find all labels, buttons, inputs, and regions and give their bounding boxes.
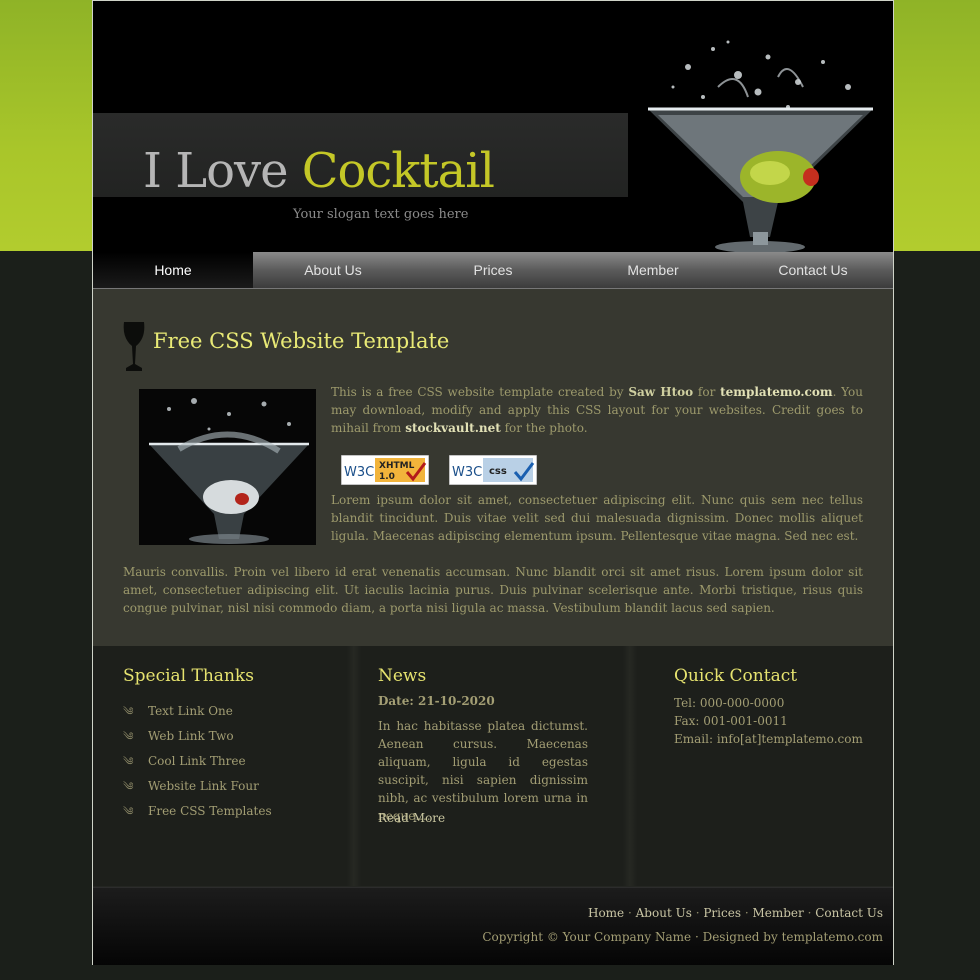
content-title: Free CSS Website Template [153, 329, 450, 353]
wine-glass-icon [123, 322, 145, 371]
menu-prices[interactable]: Prices [413, 252, 573, 288]
w3c-css-badge[interactable]: W3C css [449, 455, 537, 485]
special-thanks-links: ༄ Text Link One ༄ Web Link Two ༄ Cool Link … [123, 699, 272, 824]
contact-email: Email: info[at]templatemo.com [674, 732, 863, 746]
site-footer: Home · About Us · Prices · Member · Cont… [93, 887, 893, 965]
site-logo[interactable]: I Love Cocktail [143, 143, 495, 199]
menu-member[interactable]: Member [573, 252, 733, 288]
news-text: In hac habitasse platea dictumst. Aenean… [378, 719, 588, 823]
cocktail-thumbnail-image [139, 389, 316, 545]
swirl-bullet-icon: ༄ [123, 805, 134, 818]
footer-link-prices[interactable]: Prices [703, 906, 741, 920]
footer-separator: · [627, 906, 632, 920]
bottom-columns: Special Thanks ༄ Text Link One ༄ Web Link … [93, 646, 893, 886]
intro-credit-link[interactable]: stockvault.net [405, 421, 501, 435]
intro-text-2: for [697, 385, 716, 399]
thanks-link-1[interactable]: Text Link One [148, 704, 233, 718]
list-item: ༄ Text Link One [123, 699, 272, 724]
w3c-xhtml-badge-version: 1.0 [379, 472, 395, 482]
menu-about-us[interactable]: About Us [253, 252, 413, 288]
contact-details: Tel: 000-000-0000 Fax: 001-001-0011 Emai… [674, 694, 863, 748]
w3c-css-badge-brand: W3C [452, 465, 482, 480]
intro-author: Saw Htoo [628, 385, 694, 399]
site-wrapper: I Love Cocktail Your slogan text goes he… [92, 0, 894, 965]
intro-site-link[interactable]: templatemo.com [720, 385, 832, 399]
list-item: ༄ Cool Link Three [123, 749, 272, 774]
footer-separator: · [807, 906, 812, 920]
intro-text-4: for the photo. [504, 421, 588, 435]
footer-link-home[interactable]: Home [588, 906, 624, 920]
list-item: ༄ Website Link Four [123, 774, 272, 799]
logo-text-plain: I Love [143, 143, 289, 199]
thanks-link-4[interactable]: Website Link Four [148, 779, 259, 793]
footer-separator: · [744, 906, 749, 920]
column-divider [347, 646, 361, 886]
footer-link-about-us[interactable]: About Us [636, 906, 692, 920]
intro-text-1: This is a free CSS website template crea… [331, 385, 624, 399]
read-more-link[interactable]: Read More [378, 811, 445, 825]
footer-link-member[interactable]: Member [752, 906, 803, 920]
menu-home[interactable]: Home [93, 252, 253, 288]
site-header: I Love Cocktail Your slogan text goes he… [93, 1, 893, 252]
news-date: Date: 21-10-2020 [378, 694, 495, 708]
contact-fax: Fax: 001-001-0011 [674, 714, 788, 728]
w3c-xhtml-badge[interactable]: W3C XHTML 1.0 [341, 455, 429, 485]
cocktail-header-image [628, 27, 893, 252]
special-thanks-title: Special Thanks [123, 666, 254, 686]
w3c-css-badge-label: css [489, 466, 507, 477]
footer-separator: · [695, 906, 700, 920]
main-menu: Home About Us Prices Member Contact Us [93, 252, 893, 289]
logo-text-accent: Cocktail [301, 143, 495, 199]
site-slogan: Your slogan text goes here [293, 207, 469, 222]
intro-paragraph: This is a free CSS website template crea… [331, 383, 863, 437]
w3c-xhtml-badge-brand: W3C [344, 465, 374, 480]
list-item: ༄ Web Link Two [123, 724, 272, 749]
quick-contact-title: Quick Contact [674, 666, 798, 686]
footer-link-contact-us[interactable]: Contact Us [815, 906, 883, 920]
thanks-link-3[interactable]: Cool Link Three [148, 754, 246, 768]
w3c-xhtml-badge-label: XHTML [379, 461, 415, 471]
footer-nav: Home · About Us · Prices · Member · Cont… [588, 906, 883, 920]
main-content: Free CSS Website Template This is a free… [93, 289, 893, 646]
column-divider [623, 646, 637, 886]
news-title: News [378, 666, 427, 686]
content-paragraph-3: Mauris convallis. Proin vel libero id er… [123, 565, 863, 615]
footer-copyright: Copyright © Your Company Name · Designed… [482, 930, 883, 944]
thanks-link-5[interactable]: Free CSS Templates [148, 804, 272, 818]
menu-contact-us[interactable]: Contact Us [733, 252, 893, 288]
list-item: ༄ Free CSS Templates [123, 799, 272, 824]
thanks-link-2[interactable]: Web Link Two [148, 729, 234, 743]
content-paragraph-2: Lorem ipsum dolor sit amet, consectetuer… [331, 493, 863, 543]
contact-tel: Tel: 000-000-0000 [674, 696, 785, 710]
